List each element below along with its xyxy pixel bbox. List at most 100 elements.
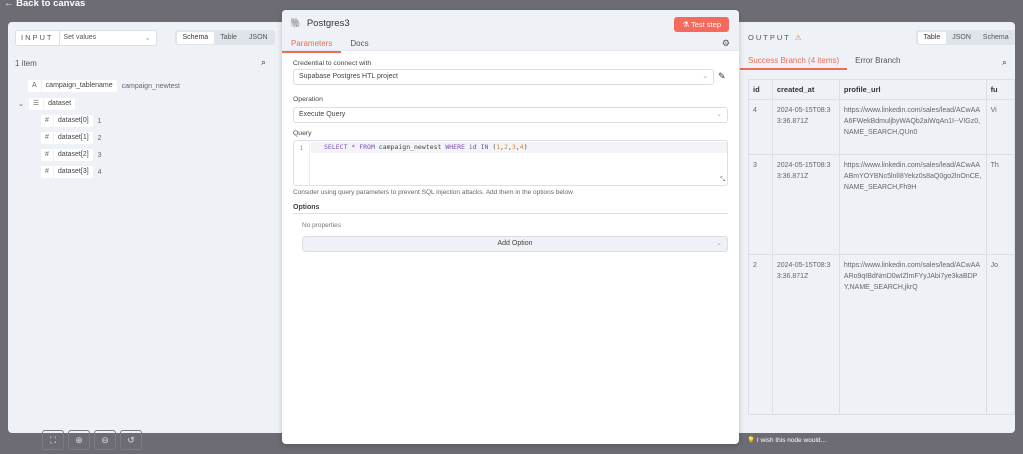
cell: 2024-05-15T08:33:36.871Z <box>771 254 840 415</box>
cell: 3 <box>748 154 773 255</box>
view-table[interactable]: Table <box>917 31 947 44</box>
back-to-canvas-link[interactable]: ← Back to canvas <box>4 0 85 9</box>
field-name: dataset[3] <box>57 168 89 175</box>
arrow-left-icon: ← <box>4 0 17 9</box>
field-name: dataset[2] <box>57 151 89 158</box>
view-json[interactable]: JSON <box>243 32 274 44</box>
node-title: 🐘 Postgres3 <box>290 18 350 29</box>
no-properties-text: No properties <box>302 222 342 229</box>
schema-field[interactable]: Acampaign_tablename campaign_newtest <box>28 80 180 92</box>
query-line: SELECT * FROM campaign_newtest WHERE id … <box>311 142 727 153</box>
sql-keyword: IN <box>476 143 489 151</box>
operation-label: Operation <box>293 96 323 103</box>
search-icon[interactable]: ⌕ <box>1002 57 1007 68</box>
cell: https://www.linkedin.com/sales/lead/ACwA… <box>838 99 987 155</box>
view-schema[interactable]: Schema <box>176 31 215 44</box>
line-number: 1 <box>294 141 310 185</box>
number-type-icon: # <box>41 166 54 178</box>
sql-keyword: SELECT <box>324 143 348 151</box>
input-panel: INPUT Set values ⌄ Schema Table JSON 1 item … <box>8 22 282 433</box>
chevron-down-icon[interactable]: ⌄ <box>18 100 24 108</box>
options-label: Options <box>293 204 728 214</box>
view-schema[interactable]: Schema <box>977 32 1015 44</box>
undo-icon[interactable]: ↺ <box>120 430 142 450</box>
expand-icon[interactable]: ⤡ <box>720 176 725 184</box>
field-name: dataset[0] <box>57 117 89 124</box>
input-node-value: Set values <box>63 34 97 41</box>
field-name: dataset[1] <box>57 134 89 141</box>
postgres-icon: 🐘 <box>290 18 302 29</box>
zoom-in-icon[interactable]: ⊕ <box>68 430 90 450</box>
sql-paren: ) <box>523 143 528 151</box>
cell: Th <box>985 154 1015 255</box>
output-panel: OUTPUT ⚠ Table JSON Schema Success Branch … <box>740 22 1015 433</box>
cell: 2024-05-15T08:33:36.871Z <box>771 99 840 155</box>
sql-table: campaign_newtest <box>374 143 446 151</box>
search-icon[interactable]: ⌕ <box>261 57 266 68</box>
field-value: 1 <box>97 117 102 125</box>
schema-field[interactable]: # dataset[1] 2 <box>41 132 102 144</box>
number-type-icon: # <box>41 115 54 127</box>
credential-label: Credential to connect with <box>293 60 372 67</box>
schema-field-dataset[interactable]: ⌄ ☰ dataset <box>18 98 76 110</box>
table-row: 2 2024-05-15T08:33:36.871Z https://www.lin… <box>748 254 1015 415</box>
cell: Vi <box>985 99 1015 155</box>
credential-select[interactable]: Supabase Postgres HTL project ⌄ <box>293 69 714 85</box>
sql-keyword: FROM <box>359 143 375 151</box>
tab-docs[interactable]: Docs <box>341 38 377 53</box>
schema-field[interactable]: # dataset[3] 4 <box>41 166 102 178</box>
chevron-down-icon: ⌄ <box>144 33 151 42</box>
operation-select[interactable]: Execute Query ⌄ <box>293 107 728 123</box>
column-header: created_at <box>771 79 840 100</box>
fit-view-icon[interactable]: ⛶ <box>42 430 64 450</box>
field-value: 2 <box>97 134 102 142</box>
output-table: id created_at profile_url fu 4 2024-05-15T08… <box>748 79 1015 415</box>
list-icon: ☰ <box>29 98 45 110</box>
output-label-text: OUTPUT <box>748 33 791 42</box>
input-node-select[interactable]: INPUT Set values ⌄ <box>15 30 157 46</box>
flask-icon: ⚗ <box>682 20 691 29</box>
canvas-controls: ⛶ ⊕ ⊖ ↺ <box>42 430 142 450</box>
output-view-toggle: Table JSON Schema <box>916 30 1015 45</box>
chevron-down-icon: ⌄ <box>702 73 708 80</box>
column-header: id <box>748 79 773 100</box>
cell: Jo <box>985 254 1015 415</box>
gear-icon[interactable]: ⚙ <box>722 38 730 49</box>
view-table[interactable]: Table <box>214 32 243 44</box>
zoom-out-icon[interactable]: ⊖ <box>94 430 116 450</box>
query-editor[interactable]: 1 SELECT * FROM campaign_newtest WHERE i… <box>293 140 728 186</box>
field-name: campaign_tablename <box>45 82 113 89</box>
add-option-button[interactable]: Add Option ⌄ <box>302 236 728 252</box>
field-value: 3 <box>97 151 102 159</box>
feedback-link[interactable]: 💡 I wish this node would... <box>747 436 826 444</box>
schema-field[interactable]: # dataset[2] 3 <box>41 149 102 161</box>
cell: 4 <box>748 99 773 155</box>
item-count: 1 item <box>15 59 37 68</box>
chevron-down-icon: ⌄ <box>716 111 722 118</box>
sql-keyword: WHERE <box>445 143 465 151</box>
cell: 2 <box>748 254 773 415</box>
field-name: dataset <box>48 100 72 107</box>
feedback-text: I wish this node would... <box>756 437 826 444</box>
schema-field[interactable]: # dataset[0] 1 <box>41 115 102 127</box>
test-step-label: Test step <box>690 20 721 29</box>
cell: https://www.linkedin.com/sales/lead/ACwA… <box>838 154 987 255</box>
tab-parameters[interactable]: Parameters <box>282 38 342 53</box>
cell: https://www.linkedin.com/sales/lead/ACwA… <box>838 254 987 415</box>
tab-error-branch[interactable]: Error Branch <box>847 56 908 70</box>
query-hint: Consider using query parameters to preve… <box>293 189 573 196</box>
number-type-icon: # <box>41 149 54 161</box>
number-type-icon: # <box>41 132 54 144</box>
output-label: OUTPUT ⚠ <box>748 33 802 42</box>
node-title-text: Postgres3 <box>306 18 350 29</box>
field-value: campaign_newtest <box>121 82 180 90</box>
table-row: 3 2024-05-15T08:33:36.871Z https://www.lin… <box>748 154 1015 255</box>
lightbulb-icon: 💡 <box>747 437 757 444</box>
warning-icon: ⚠ <box>794 33 802 42</box>
test-step-button[interactable]: ⚗ Test step <box>674 17 729 32</box>
input-view-toggle: Schema Table JSON <box>175 30 276 45</box>
string-type-icon: A <box>28 80 42 92</box>
pencil-icon[interactable]: ✎ <box>718 71 726 82</box>
tab-success-branch[interactable]: Success Branch (4 items) <box>740 56 848 70</box>
view-json[interactable]: JSON <box>946 32 977 44</box>
